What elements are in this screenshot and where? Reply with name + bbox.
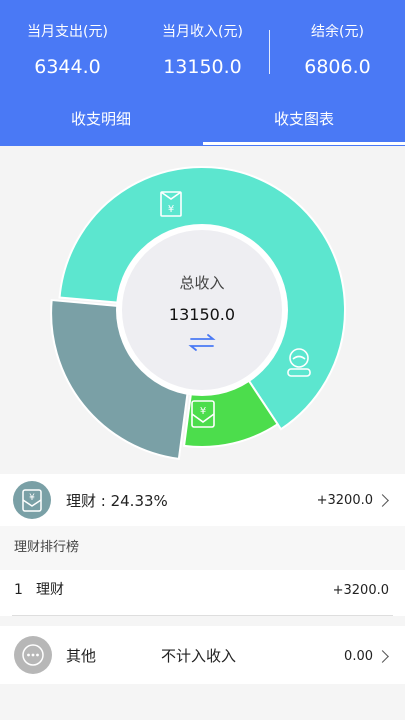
more-dots-icon xyxy=(22,644,44,666)
svg-text:¥: ¥ xyxy=(200,406,206,417)
chart-area: 总收入 13150.0 ¥ ¥ xyxy=(0,146,405,470)
other-category-row[interactable]: 其他 不计入收入 0.00 xyxy=(0,626,405,684)
monthly-expense: 当月支出(元) 6344.0 xyxy=(0,22,135,80)
row-divider xyxy=(12,615,393,616)
ranking-header: 理财排行榜 xyxy=(0,526,405,570)
ranking-amount: +3200.0 xyxy=(332,583,389,598)
ranking-number: 1 xyxy=(14,582,23,598)
ranking-item[interactable]: 1 理财 +3200.0 xyxy=(0,570,405,616)
finance-icon: ¥ xyxy=(22,489,42,512)
monthly-expense-label: 当月支出(元) xyxy=(27,24,108,40)
monthly-income-value: 13150.0 xyxy=(163,56,242,78)
chevron-right-icon xyxy=(376,650,389,663)
monthly-income-label: 当月收入(元) xyxy=(162,24,243,40)
center-value: 13150.0 xyxy=(169,305,235,324)
other-amount: 0.00 xyxy=(344,649,373,664)
selected-category-label: 理财 : 24.33% xyxy=(66,492,168,510)
finance-category-icon: ¥ xyxy=(13,481,51,519)
income-donut-chart[interactable]: 总收入 13150.0 ¥ ¥ xyxy=(0,146,405,470)
tab-chart[interactable]: 收支图表 xyxy=(203,104,405,142)
svg-text:¥: ¥ xyxy=(168,204,174,215)
active-tab-indicator xyxy=(203,142,405,145)
balance-label: 结余(元) xyxy=(311,24,364,40)
chevron-right-icon xyxy=(376,494,389,507)
ranking-title: 理财排行榜 xyxy=(14,540,80,555)
monthly-expense-value: 6344.0 xyxy=(34,56,101,78)
svg-text:¥: ¥ xyxy=(29,493,35,503)
balance: 结余(元) 6806.0 xyxy=(270,22,405,80)
selected-category-amount: +3200.0 xyxy=(316,493,373,508)
monthly-income: 当月收入(元) 13150.0 xyxy=(135,22,270,80)
other-note: 不计入收入 xyxy=(161,647,237,665)
other-label: 其他 xyxy=(66,647,97,665)
center-title: 总收入 xyxy=(179,274,224,292)
tab-detail[interactable]: 收支明细 xyxy=(0,104,202,142)
other-category-icon xyxy=(14,636,52,674)
ranking-name: 理财 xyxy=(36,582,64,598)
balance-value: 6806.0 xyxy=(304,56,371,78)
selected-category-row[interactable]: ¥ 理财 : 24.33% +3200.0 xyxy=(0,474,405,526)
summary-header: 当月支出(元) 6344.0 当月收入(元) 13150.0 结余(元) 680… xyxy=(0,0,405,146)
